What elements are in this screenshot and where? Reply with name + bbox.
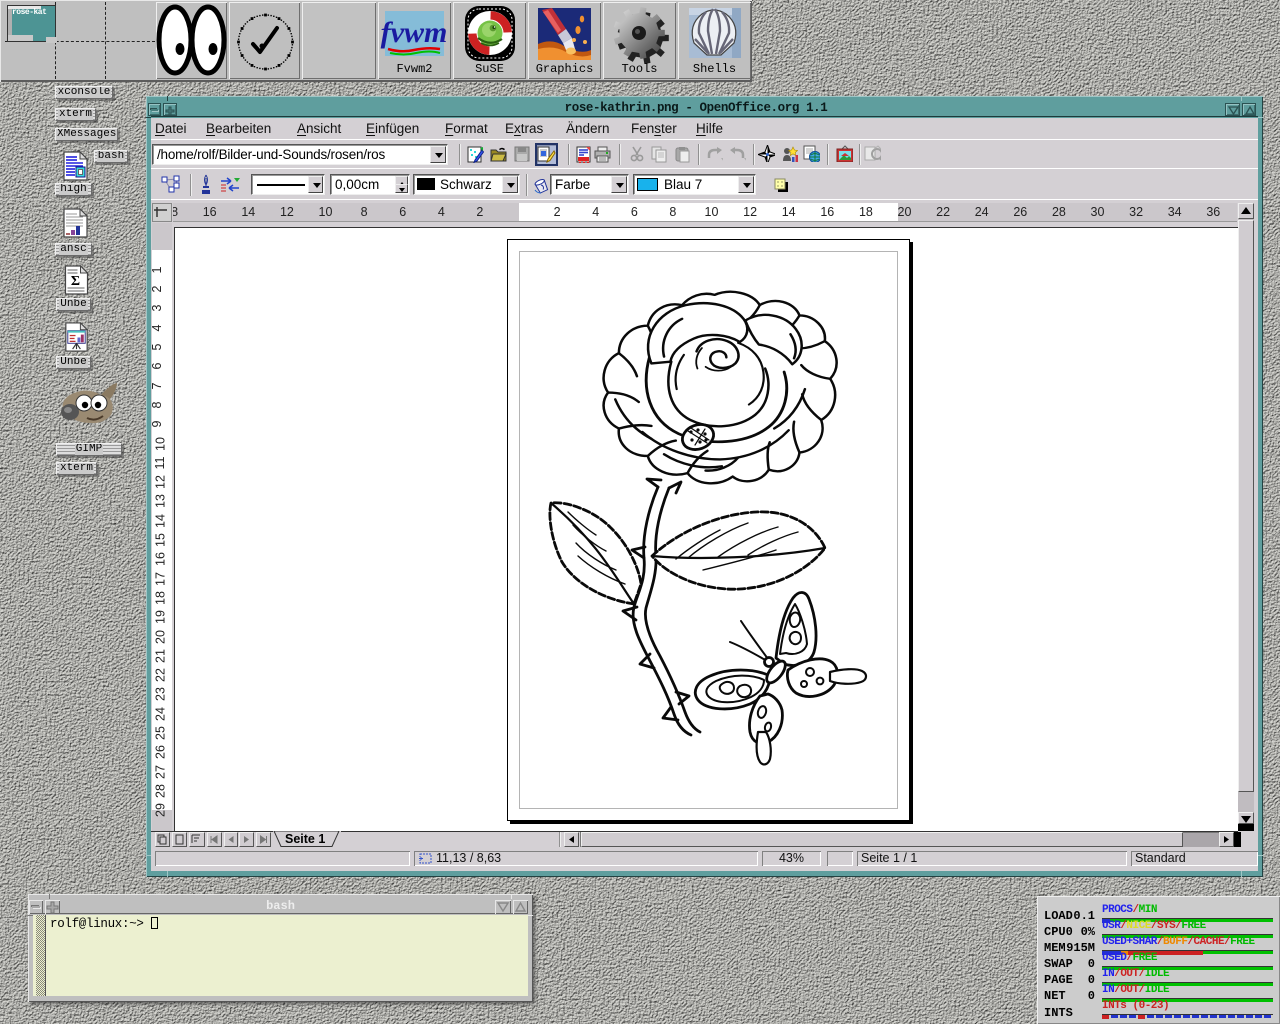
svg-text:fvwm: fvwm (381, 16, 448, 49)
svg-text:Σ: Σ (71, 274, 80, 289)
